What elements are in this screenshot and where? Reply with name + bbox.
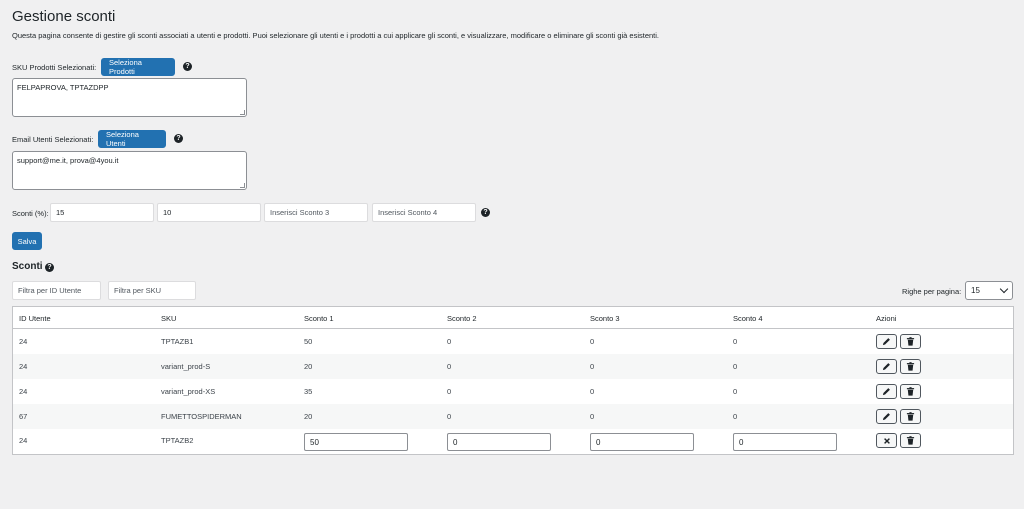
cell-discount-4: 0 <box>733 362 738 371</box>
question-circle-icon[interactable]: ? <box>183 62 192 71</box>
page-title: Gestione sconti <box>12 8 116 25</box>
cell-discount-4: 0 <box>733 387 738 396</box>
discount-4-input[interactable]: Inserisci Sconto 4 <box>372 203 476 222</box>
resize-grip-icon[interactable] <box>240 183 245 188</box>
header-sku: SKU <box>161 314 177 323</box>
products-textarea[interactable]: FELPAPROVA, TPTAZDPP <box>12 78 247 117</box>
cell-discount-1: 50 <box>304 337 313 346</box>
users-value: support@me.it, prova@4you.it <box>17 156 119 165</box>
edit-button[interactable] <box>876 359 897 374</box>
discounts-label: Sconti (%): <box>12 209 49 218</box>
pencil-icon <box>882 338 890 346</box>
chevron-down-icon <box>999 284 1009 294</box>
table-row: 67 FUMETTOSPIDERMAN 20 0 0 0 <box>13 404 1013 429</box>
section-title: Sconti <box>12 261 43 272</box>
resize-grip-icon[interactable] <box>240 110 245 115</box>
edit-discount-1-input[interactable]: 50 <box>304 433 408 451</box>
cell-sku: TPTAZB1 <box>161 337 194 346</box>
pencil-icon <box>882 363 890 371</box>
cell-user-id: 67 <box>19 412 28 421</box>
select-products-button[interactable]: Seleziona Prodotti <box>101 58 175 76</box>
pencil-icon <box>882 413 890 421</box>
edit-discount-4-input[interactable]: 0 <box>733 433 837 451</box>
cell-sku: TPTAZB2 <box>161 436 194 445</box>
question-circle-icon[interactable]: ? <box>45 263 54 272</box>
cell-user-id: 24 <box>19 387 28 396</box>
cell-discount-2: 0 <box>447 412 452 421</box>
pencil-icon <box>882 388 890 396</box>
header-actions: Azioni <box>876 314 897 323</box>
save-button[interactable]: Salva <box>12 232 42 250</box>
table-row-editing: 24 TPTAZB2 50 0 0 0 <box>13 428 1013 453</box>
filter-sku-input[interactable]: Filtra per SKU <box>108 281 196 300</box>
question-circle-icon[interactable]: ? <box>174 134 183 143</box>
select-users-button[interactable]: Seleziona Utenti <box>98 130 166 148</box>
cancel-button[interactable] <box>876 433 897 448</box>
header-discount-1: Sconto 1 <box>304 314 334 323</box>
discounts-table: ID Utente SKU Sconto 1 Sconto 2 Sconto 3… <box>12 306 1014 455</box>
page-description: Questa pagina consente di gestire gli sc… <box>12 31 660 40</box>
cell-sku: FUMETTOSPIDERMAN <box>161 412 242 421</box>
discount-1-input[interactable]: 15 <box>50 203 154 222</box>
cell-user-id: 24 <box>19 337 28 346</box>
users-textarea[interactable]: support@me.it, prova@4you.it <box>12 151 247 190</box>
cell-discount-4: 0 <box>733 337 738 346</box>
cell-sku: variant_prod-XS <box>161 387 216 396</box>
delete-button[interactable] <box>900 433 921 448</box>
cell-discount-1: 20 <box>304 362 313 371</box>
question-circle-icon[interactable]: ? <box>481 208 490 217</box>
discount-2-input[interactable]: 10 <box>157 203 261 222</box>
delete-button[interactable] <box>900 384 921 399</box>
edit-discount-3-input[interactable]: 0 <box>590 433 694 451</box>
cell-discount-4: 0 <box>733 412 738 421</box>
trash-icon <box>906 412 915 421</box>
rows-per-page-select[interactable]: 15 <box>965 281 1013 300</box>
delete-button[interactable] <box>900 359 921 374</box>
cell-discount-2: 0 <box>447 362 452 371</box>
edit-button[interactable] <box>876 334 897 349</box>
rows-per-page-value: 15 <box>971 286 980 295</box>
table-row: 24 variant_prod-XS 35 0 0 0 <box>13 379 1013 404</box>
table-header: ID Utente SKU Sconto 1 Sconto 2 Sconto 3… <box>13 307 1013 329</box>
cell-discount-3: 0 <box>590 387 595 396</box>
products-value: FELPAPROVA, TPTAZDPP <box>17 83 109 92</box>
trash-icon <box>906 436 915 445</box>
table-row: 24 variant_prod-S 20 0 0 0 <box>13 354 1013 379</box>
header-discount-4: Sconto 4 <box>733 314 763 323</box>
cell-discount-2: 0 <box>447 387 452 396</box>
cell-user-id: 24 <box>19 436 28 445</box>
header-discount-3: Sconto 3 <box>590 314 620 323</box>
edit-button[interactable] <box>876 384 897 399</box>
users-label: Email Utenti Selezionati: <box>12 135 94 144</box>
rows-per-page-label: Righe per pagina: <box>902 287 962 296</box>
delete-button[interactable] <box>900 334 921 349</box>
cell-discount-3: 0 <box>590 337 595 346</box>
edit-button[interactable] <box>876 409 897 424</box>
header-user-id: ID Utente <box>19 314 51 323</box>
cell-discount-1: 20 <box>304 412 313 421</box>
edit-discount-2-input[interactable]: 0 <box>447 433 551 451</box>
cell-discount-1: 35 <box>304 387 313 396</box>
cell-user-id: 24 <box>19 362 28 371</box>
table-row: 24 TPTAZB1 50 0 0 0 <box>13 329 1013 354</box>
trash-icon <box>906 387 915 396</box>
filter-user-input[interactable]: Filtra per ID Utente <box>12 281 101 300</box>
header-discount-2: Sconto 2 <box>447 314 477 323</box>
delete-button[interactable] <box>900 409 921 424</box>
trash-icon <box>906 337 915 346</box>
products-label: SKU Prodotti Selezionati: <box>12 63 97 72</box>
cell-discount-3: 0 <box>590 412 595 421</box>
cell-discount-2: 0 <box>447 337 452 346</box>
trash-icon <box>906 362 915 371</box>
discount-3-input[interactable]: Inserisci Sconto 3 <box>264 203 368 222</box>
cell-discount-3: 0 <box>590 362 595 371</box>
close-icon <box>883 437 890 444</box>
cell-sku: variant_prod-S <box>161 362 211 371</box>
